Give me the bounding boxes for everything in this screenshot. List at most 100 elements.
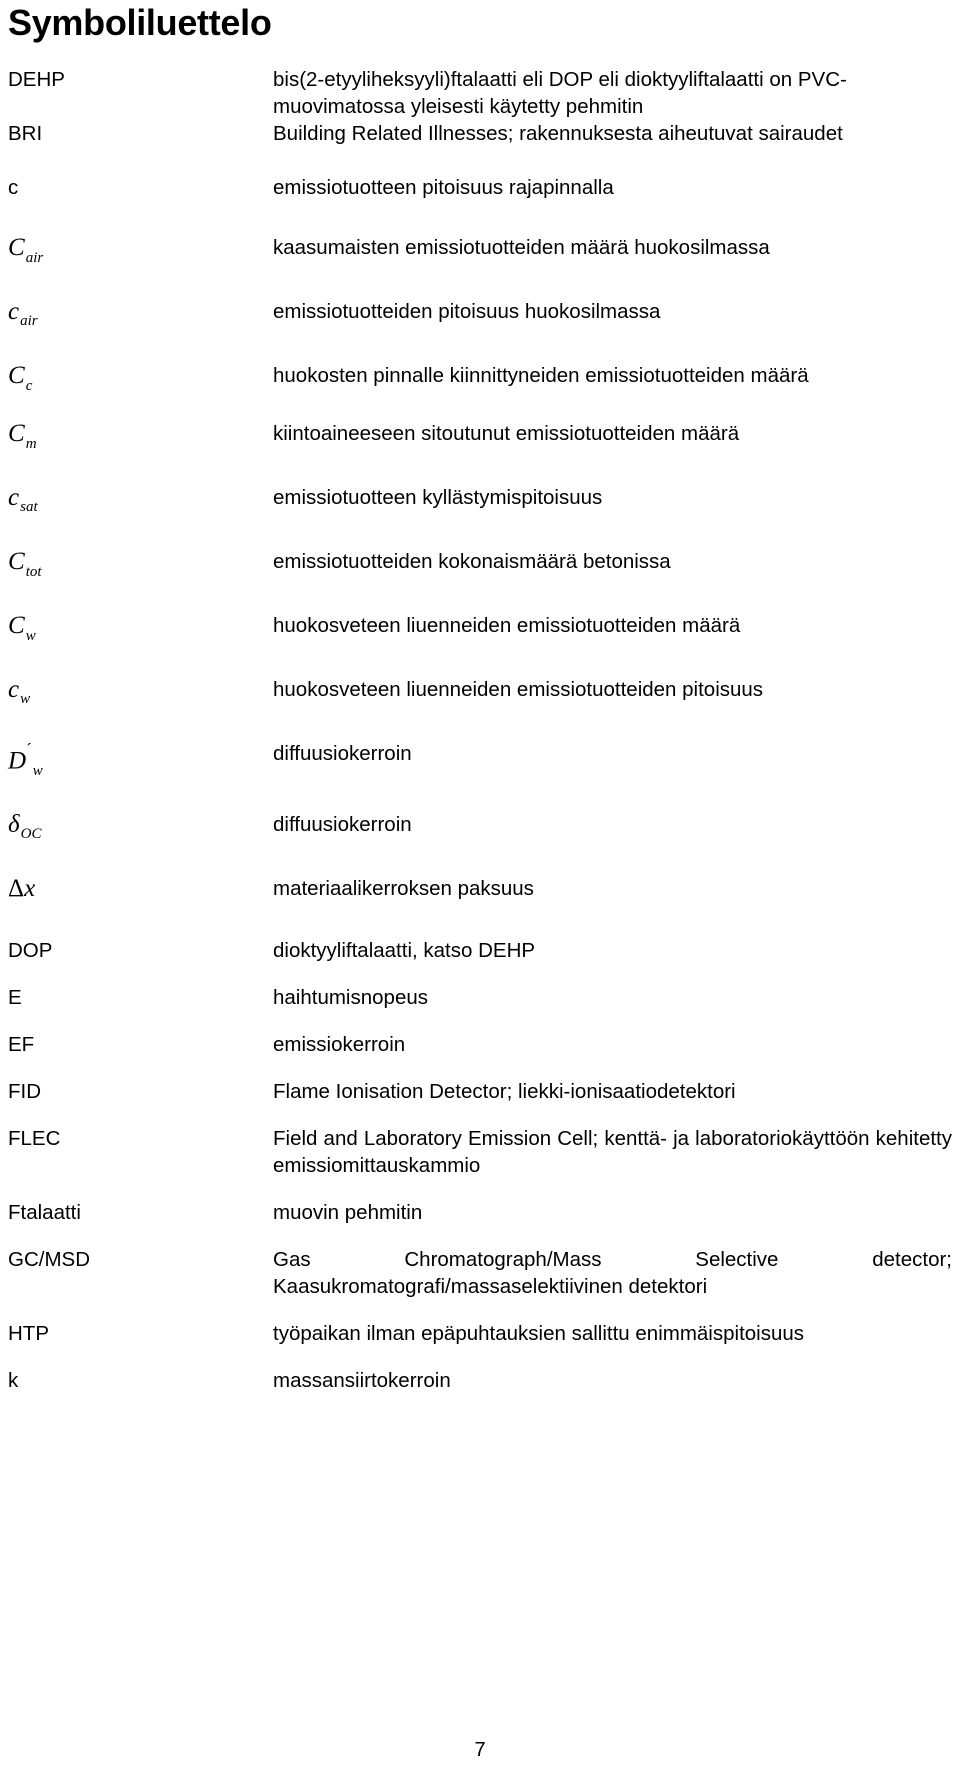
- definition-delta-x: materiaalikerroksen paksuus: [273, 877, 534, 901]
- definition-fid: Flame Ionisation Detector; liekki-ionisa…: [273, 1080, 736, 1104]
- definition-dehp: bis(2-etyyliheksyyli)ftalaatti eli DOP e…: [273, 68, 847, 118]
- definition-htp: työpaikan ilman epäpuhtauksien sallittu …: [273, 1322, 805, 1346]
- symbol-c-air: Cair: [8, 234, 43, 266]
- symbol-subscript: w: [25, 628, 36, 644]
- symbol-subscript: tot: [25, 564, 42, 580]
- table-row: cair emissiotuotteiden pitoisuus huokosi…: [8, 298, 952, 362]
- glossary-symbol-cell: c: [8, 174, 273, 234]
- definition-c: emissiotuotteen pitoisuus rajapinnalla: [273, 176, 614, 199]
- glossary-definition-cell: Building Related Illnesses; rakennuksest…: [273, 120, 952, 174]
- definition-c-sat: emissiotuotteen kyllästymispitoisuus: [273, 486, 603, 509]
- symbol-delta-oc: δOC: [8, 811, 42, 843]
- table-row: k massansiirtokerroin: [8, 1367, 952, 1394]
- glossary-symbol-cell: cair: [8, 298, 273, 362]
- symbol-c: c: [8, 176, 19, 199]
- symbol-base: c: [8, 676, 20, 703]
- table-row: FLEC Field and Laboratory Emission Cell;…: [8, 1125, 952, 1199]
- glossary-definition-cell: emissiotuotteen pitoisuus rajapinnalla: [273, 174, 952, 234]
- symbol-dop: DOP: [8, 939, 53, 963]
- table-row: EF emissiokerroin: [8, 1031, 952, 1078]
- prime-mark: ´: [26, 740, 32, 759]
- table-row: FID Flame Ionisation Detector; liekki-io…: [8, 1078, 952, 1125]
- table-row: Ctot emissiotuotteiden kokonaismäärä bet…: [8, 548, 952, 612]
- symbol-subscript: OC: [20, 826, 42, 843]
- glossary-symbol-cell: Ctot: [8, 548, 273, 612]
- glossary-symbol-cell: Cw: [8, 612, 273, 676]
- glossary-symbol-cell: BRI: [8, 120, 273, 174]
- symbol-base: c: [8, 484, 20, 511]
- document-page: Symboliluettelo DEHP bis(2-etyyliheksyyl…: [0, 0, 960, 1786]
- symbol-base: C: [8, 420, 25, 447]
- glossary-symbol-cell: FLEC: [8, 1125, 273, 1199]
- definition-d-prime-w: diffuusiokerroin: [273, 742, 412, 765]
- glossary-definition-cell: emissiotuotteiden pitoisuus huokosilmass…: [273, 298, 952, 362]
- symbol-delta-x: Δx: [8, 875, 35, 902]
- glossary-symbol-cell: HTP: [8, 1320, 273, 1367]
- definition-ftalaatti: muovin pehmitin: [273, 1201, 423, 1225]
- symbol-subscript: sat: [20, 499, 38, 515]
- definition-c-w-lower: huokosveteen liuenneiden emissiotuotteid…: [273, 678, 764, 701]
- symbol-subscript: m: [25, 436, 37, 452]
- glossary-definition-cell: haihtumisnopeus: [273, 984, 952, 1031]
- glossary-symbol-cell: DOP: [8, 937, 273, 984]
- glossary-symbol-cell: GC/MSD: [8, 1246, 273, 1320]
- glossary-symbol-cell: EF: [8, 1031, 273, 1078]
- symbol-base: Δ: [8, 875, 25, 903]
- table-row: Cc huokosten pinnalle kiinnittyneiden em…: [8, 362, 952, 420]
- definition-c-air-lower: emissiotuotteiden pitoisuus huokosilmass…: [273, 300, 661, 323]
- glossary-symbol-cell: Cair: [8, 234, 273, 298]
- symbol-subscript: w: [32, 763, 43, 780]
- symbol-subscript: w: [20, 691, 31, 707]
- symbol-base: δ: [8, 811, 20, 839]
- definition-c-w: huokosveteen liuenneiden emissiotuotteid…: [273, 614, 741, 637]
- glossary-definition-cell: Gas Chromatograph/Mass Selective detecto…: [273, 1246, 952, 1320]
- symbol-d-prime-w: D´w: [8, 740, 43, 780]
- table-row: D´w diffuusiokerroin: [8, 740, 952, 811]
- page-number: 7: [474, 1739, 486, 1761]
- page-title: Symboliluettelo: [8, 2, 272, 43]
- symbol-c-sat: csat: [8, 484, 38, 515]
- glossary-definition-cell: emissiokerroin: [273, 1031, 952, 1078]
- symbol-flec: FLEC: [8, 1127, 61, 1151]
- glossary-definition-cell: työpaikan ilman epäpuhtauksien sallittu …: [273, 1320, 952, 1367]
- definition-k: massansiirtokerroin: [273, 1369, 451, 1393]
- glossary-definition-cell: emissiotuotteen kyllästymispitoisuus: [273, 484, 952, 548]
- table-row: Ftalaatti muovin pehmitin: [8, 1199, 952, 1246]
- table-row: cw huokosveteen liuenneiden emissiotuott…: [8, 676, 952, 740]
- definition-delta-oc: diffuusiokerroin: [273, 813, 412, 837]
- glossary-definition-cell: emissiotuotteiden kokonaismäärä betoniss…: [273, 548, 952, 612]
- symbol-c-air-lower: cair: [8, 298, 38, 329]
- definition-bri: Building Related Illnesses; rakennuksest…: [273, 122, 843, 145]
- symbol-c-tot: Ctot: [8, 548, 42, 580]
- table-row: DEHP bis(2-etyyliheksyyli)ftalaatti eli …: [8, 66, 952, 120]
- glossary-symbol-cell: FID: [8, 1078, 273, 1125]
- symbol-c-m: Cm: [8, 420, 37, 452]
- table-row: DOP dioktyyliftalaatti, katso DEHP: [8, 937, 952, 984]
- definition-c-air: kaasumaisten emissiotuotteiden määrä huo…: [273, 236, 770, 259]
- symbol-htp: HTP: [8, 1322, 49, 1346]
- table-row: GC/MSD Gas Chromatograph/Mass Selective …: [8, 1246, 952, 1320]
- glossary-symbol-cell: cw: [8, 676, 273, 740]
- glossary-symbol-cell: k: [8, 1367, 273, 1394]
- glossary-definition-cell: huokosveteen liuenneiden emissiotuotteid…: [273, 612, 952, 676]
- symbol-base: c: [8, 298, 20, 325]
- glossary-symbol-cell: Δx: [8, 875, 273, 903]
- glossary-symbol-cell: DEHP: [8, 66, 273, 120]
- table-row: HTP työpaikan ilman epäpuhtauksien salli…: [8, 1320, 952, 1367]
- table-row: Cair kaasumaisten emissiotuotteiden määr…: [8, 234, 952, 298]
- table-row: csat emissiotuotteen kyllästymispitoisuu…: [8, 484, 952, 548]
- symbol-gc-msd: GC/MSD: [8, 1248, 90, 1272]
- spacer-cell: [8, 903, 273, 937]
- table-row: E haihtumisnopeus: [8, 984, 952, 1031]
- symbol-base: C: [8, 548, 25, 575]
- table-row: Cw huokosveteen liuenneiden emissiotuott…: [8, 612, 952, 676]
- symbol-bri: BRI: [8, 122, 43, 145]
- symbol-c-c: Cc: [8, 362, 32, 394]
- table-row: BRI Building Related Illnesses; rakennuk…: [8, 120, 952, 174]
- glossary-symbol-cell: Cc: [8, 362, 273, 420]
- glossary-definition-cell: bis(2-etyyliheksyyli)ftalaatti eli DOP e…: [273, 66, 952, 120]
- table-row: c emissiotuotteen pitoisuus rajapinnalla: [8, 174, 952, 234]
- glossary-symbol-cell: E: [8, 984, 273, 1031]
- symbol-e: E: [8, 986, 22, 1010]
- symbol-base: D: [8, 747, 27, 775]
